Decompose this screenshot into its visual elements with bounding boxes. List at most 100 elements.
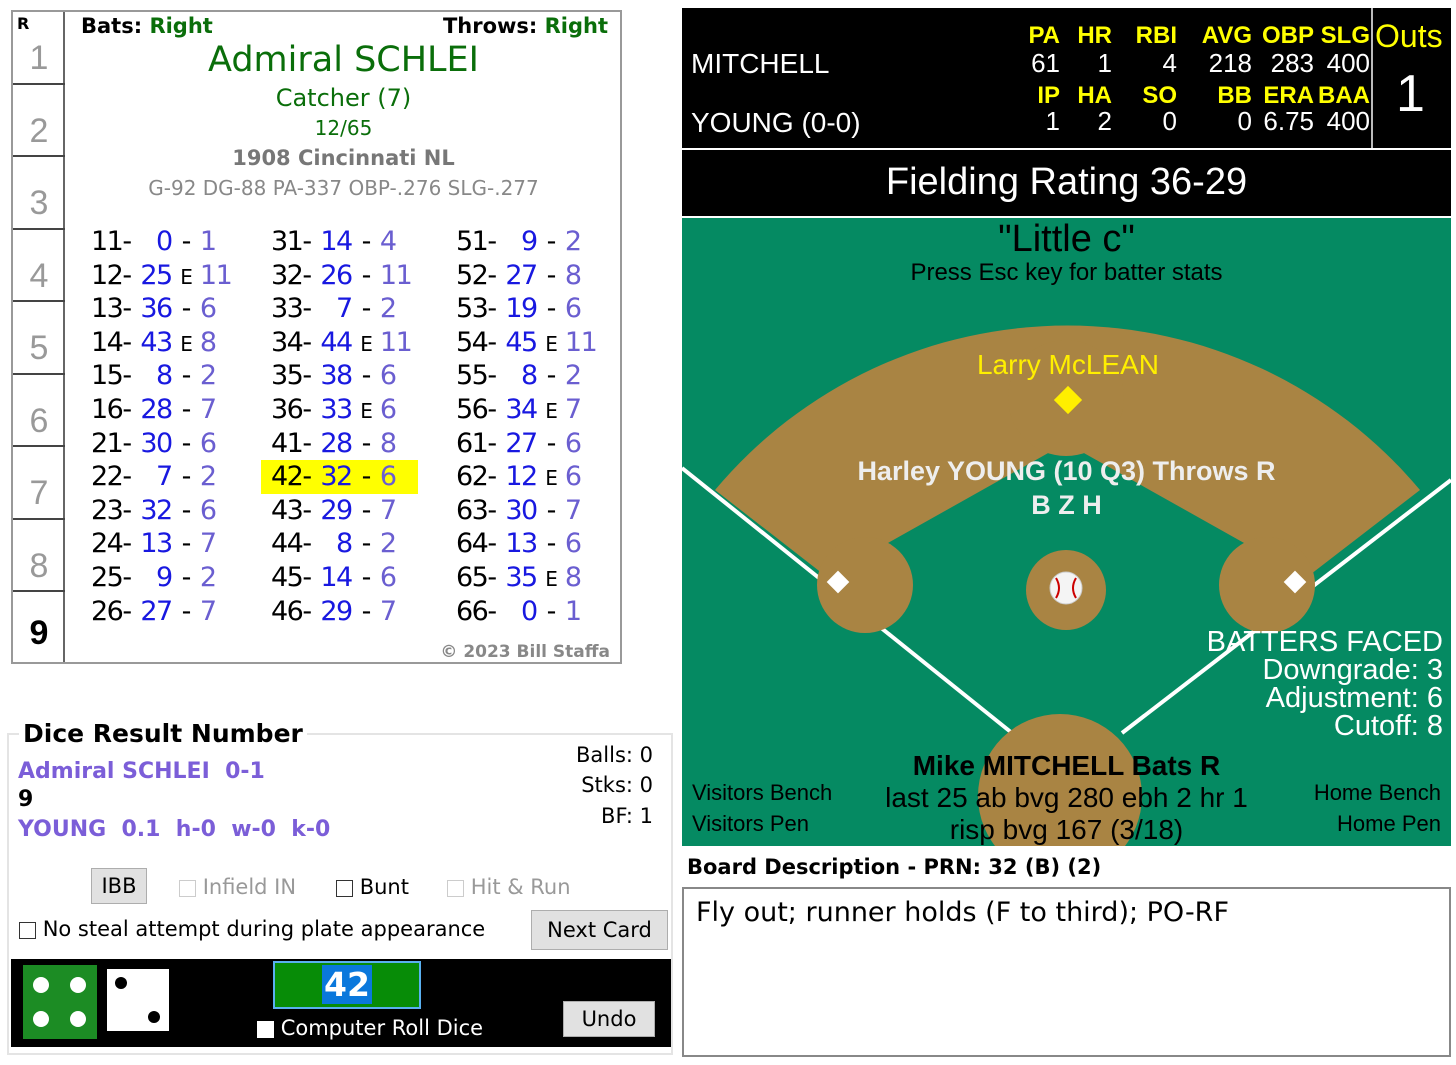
stat-header: HR — [1077, 22, 1112, 49]
batter-name: MITCHELL — [691, 48, 830, 79]
chart-entry: 62- 12 E 6 — [456, 461, 582, 493]
chart-entry: 63- 30 - 7 — [456, 494, 582, 526]
chart-entry: 15- 8 - 2 — [91, 360, 217, 392]
batters-faced: BATTERS FACED Downgrade: 3 Adjustment: 6 Cu… — [1206, 626, 1443, 742]
stat-value: 1 — [1045, 106, 1060, 136]
chart-entry: 36- 33 E 6 — [271, 394, 397, 425]
chart-entry: 44- 8 - 2 — [271, 528, 397, 560]
next-card-button[interactable]: Next Card — [531, 910, 668, 950]
stat-header: SLG — [1320, 22, 1370, 49]
chart-entry: 24- 13 - 7 — [91, 528, 217, 560]
chart-entry: 33- 7 - 2 — [271, 293, 397, 325]
no-steal-checkbox[interactable]: No steal attempt during plate appearance — [19, 917, 485, 941]
chart-entry: 56- 34 E 7 — [456, 394, 582, 425]
stat-value: 0 — [1237, 106, 1252, 136]
batters-faced-count: BF: 1 — [601, 804, 653, 828]
chart-entry: 53- 19 - 6 — [456, 293, 582, 325]
chart-entry: 31- 14 - 4 — [271, 226, 397, 257]
stat-value: 1 — [1097, 48, 1112, 78]
chart-entry: 46- 29 - 7 — [271, 595, 397, 627]
fielding-rating: Fielding Rating 36-29 — [682, 150, 1451, 216]
row-column: R 123456789 — [13, 12, 65, 662]
hit-and-run-checkbox[interactable]: Hit & Run — [447, 875, 571, 899]
home-pen-link[interactable]: Home Pen — [1337, 811, 1441, 837]
batter-info: Mike MITCHELL Bats R — [912, 750, 1221, 781]
chart-entry: 21- 30 - 6 — [91, 427, 217, 459]
undo-button[interactable]: Undo — [563, 1001, 655, 1037]
dice-roll-bar: 42 Computer Roll Dice Undo — [11, 959, 671, 1047]
stat-value: 6.75 — [1263, 106, 1314, 136]
result-row: 9 — [18, 787, 34, 812]
chart-entry: 51- 9 - 2 — [456, 226, 582, 257]
player-name: Admiral SCHLEI — [208, 40, 479, 80]
chart-entry: 42- 32 - 6 — [261, 460, 418, 494]
balls-count: Balls: 0 — [576, 743, 653, 767]
esc-hint: Press Esc key for batter stats — [910, 259, 1223, 286]
dice-result-panel: Dice Result Number Admiral SCHLEI 0-1 9 … — [7, 719, 673, 1055]
chart-entry: 43- 29 - 7 — [271, 494, 397, 526]
strikes-count: Stks: 0 — [581, 773, 653, 797]
stat-value: 218 — [1208, 48, 1252, 78]
stat-header: RBI — [1135, 22, 1177, 49]
chart-entry: 41- 28 - 8 — [271, 427, 397, 459]
chart-entry: 66- 0 - 1 — [456, 595, 582, 627]
stat-value: 61 — [1031, 48, 1060, 78]
chart-entry: 65- 35 E 8 — [456, 562, 582, 593]
visitors-bench-link[interactable]: Visitors Bench — [692, 780, 832, 806]
throws-info: Throws: Right — [442, 14, 608, 38]
home-bench-link[interactable]: Home Bench — [1314, 780, 1441, 806]
stat-value: 0 — [1162, 106, 1177, 136]
stat-value: 4 — [1162, 48, 1177, 78]
player-position: Catcher (7) — [275, 84, 412, 112]
baseball-field: "Little c" Press Esc key for batter stat… — [682, 218, 1451, 846]
board-description-title: Board Description - PRN: 32 (B) (2) — [687, 855, 1102, 879]
visitors-pen-link[interactable]: Visitors Pen — [692, 811, 809, 837]
row-9: 9 — [29, 614, 49, 652]
pitcher-line: YOUNG 0.1 h-0 w-0 k-0 — [18, 817, 331, 842]
row-3: 3 — [13, 157, 65, 230]
row-5: 5 — [13, 302, 65, 375]
scoreboard: MITCHELL YOUNG (0-0) PA 61 HR 1 RBI 4 AVG 218 OB… — [682, 8, 1451, 148]
dice-result-field[interactable]: 42 — [273, 961, 421, 1009]
ibb-button[interactable]: IBB — [91, 868, 147, 904]
chart-entry: 34- 44 E 11 — [271, 326, 413, 358]
player-card: R 123456789 Bats: Right Throws: Right Ad… — [11, 10, 622, 664]
chart-entry: 13- 36 - 6 — [91, 293, 217, 325]
chart-entry: 11- 0 - 1 — [91, 226, 217, 257]
chart-entry: 16- 28 - 7 — [91, 394, 217, 425]
chart-entry: 64- 13 - 6 — [456, 528, 582, 560]
row-6: 6 — [13, 375, 65, 447]
pitcher-codes: B Z H — [1031, 490, 1102, 520]
chart-entry: 52- 27 - 8 — [456, 259, 582, 291]
chart-entry: 26- 27 - 7 — [91, 595, 217, 627]
player-team: 1908 Cincinnati NL — [232, 146, 455, 170]
row-1: 1 — [13, 12, 65, 85]
die-two-icon — [107, 969, 169, 1031]
stat-header: PA — [1028, 22, 1060, 49]
chart-entry: 54- 45 E 11 — [456, 326, 598, 358]
computer-roll-checkbox[interactable]: Computer Roll Dice — [257, 1016, 483, 1040]
chart-entry: 55- 8 - 2 — [456, 360, 582, 392]
player-stats: G-92 DG-88 PA-337 OBP-.276 SLG-.277 — [148, 176, 539, 200]
baseball-icon — [1049, 571, 1083, 605]
chart-entry: 35- 38 - 6 — [271, 360, 397, 392]
bats-info: Bats: Right — [81, 14, 213, 38]
batter-nickname: "Little c" — [998, 218, 1135, 260]
stat-header: OBP — [1261, 22, 1314, 49]
copyright: © 2023 Bill Staffa — [440, 642, 610, 662]
second-base-fielder[interactable]: Larry McLEAN — [682, 349, 1451, 381]
chart-entry: 25- 9 - 2 — [91, 562, 217, 593]
infield-in-checkbox[interactable]: Infield IN — [179, 875, 296, 899]
batter-line: Admiral SCHLEI 0-1 — [18, 759, 265, 784]
pitcher-name: YOUNG (0-0) — [691, 107, 861, 138]
board-description-text: Fly out; runner holds (F to third); PO-R… — [682, 887, 1451, 1057]
stat-header: AVG — [1201, 22, 1252, 49]
pitcher-info: Harley YOUNG (10 Q3) Throws R — [857, 456, 1276, 486]
chart-entry: 32- 26 - 11 — [271, 259, 413, 291]
outs-count: 1 — [1396, 65, 1425, 123]
row-4: 4 — [13, 230, 65, 302]
bunt-checkbox[interactable]: Bunt — [336, 875, 409, 899]
dice-panel-title: Dice Result Number — [19, 719, 307, 748]
stat-value: 283 — [1270, 48, 1314, 78]
chart-entry: 23- 32 - 6 — [91, 494, 217, 526]
